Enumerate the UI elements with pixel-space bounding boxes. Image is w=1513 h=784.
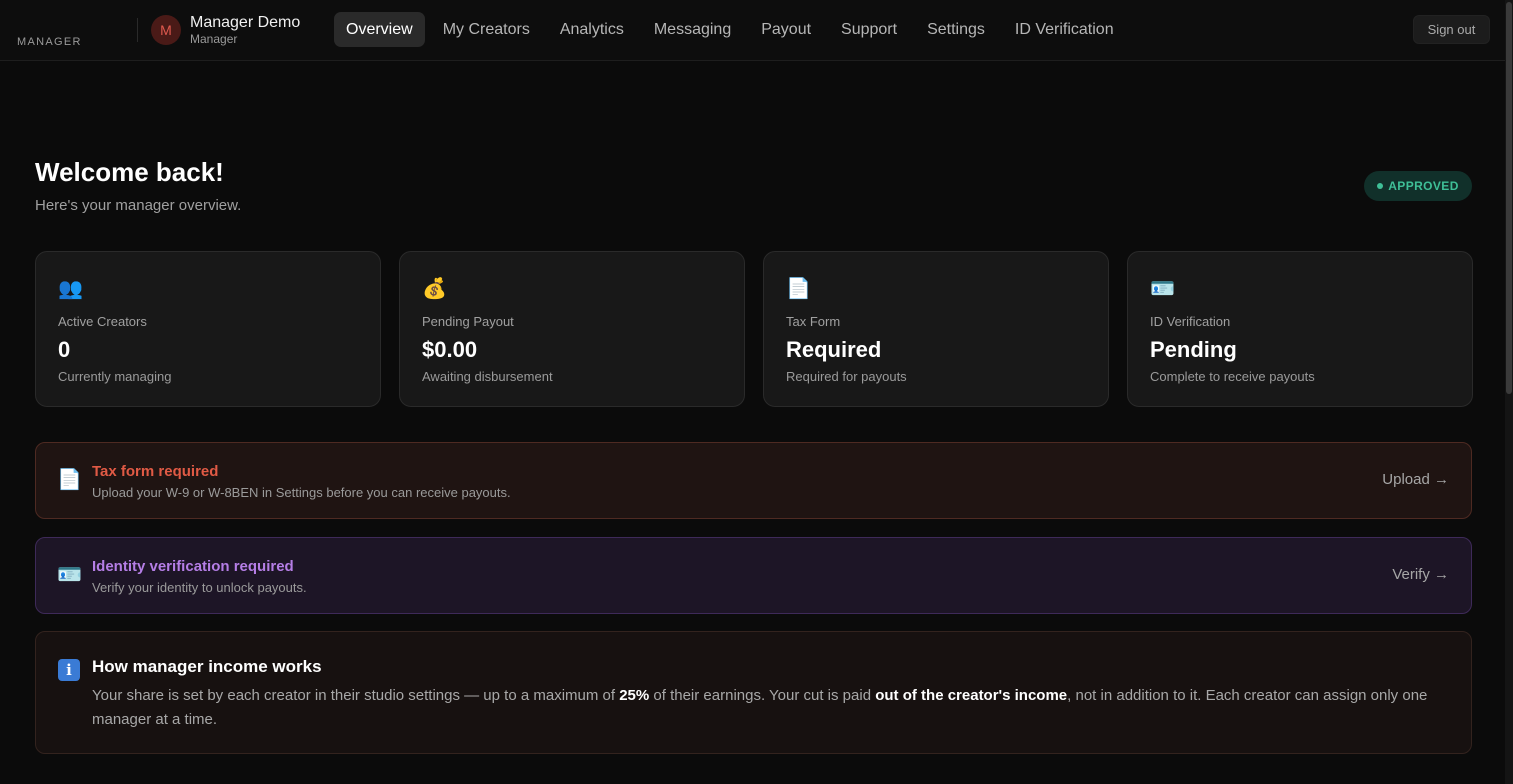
card-note: Awaiting disbursement (422, 369, 553, 384)
stat-card-active-creators: 👥 Active Creators 0 Currently managing (35, 251, 381, 407)
nav-payout[interactable]: Payout (749, 12, 823, 47)
card-label: Tax Form (786, 314, 841, 329)
nav-overview[interactable]: Overview (334, 12, 425, 47)
info-text: Your share is set by each creator in the… (92, 684, 1462, 732)
brand-label: MANAGER (17, 36, 82, 48)
alert-title: Identity verification required (92, 558, 294, 575)
verify-link[interactable]: Verify → (1392, 566, 1449, 583)
user-role: Manager (190, 32, 238, 46)
status-dot-icon (1377, 183, 1384, 189)
card-value: $0.00 (422, 337, 478, 362)
stat-card-tax-form: 📄 Tax Form Required Required for payouts (763, 251, 1109, 407)
card-value: Pending (1150, 337, 1237, 362)
nav-my-creators[interactable]: My Creators (431, 12, 542, 47)
alert-text: Upload your W-9 or W-8BEN in Settings be… (92, 485, 511, 500)
document-icon: 📄 (786, 278, 811, 300)
alert-text: Verify your identity to unlock payouts. (92, 580, 307, 595)
scrollbar-thumb[interactable] (1506, 2, 1512, 394)
divider (137, 18, 138, 42)
people-icon: 👥 (58, 278, 83, 300)
card-label: ID Verification (1150, 314, 1231, 329)
main-nav: Overview My Creators Analytics Messaging… (334, 12, 1132, 47)
card-value: 0 (58, 337, 71, 362)
id-card-icon: 🪪 (1150, 278, 1175, 300)
alert-title: Tax form required (92, 463, 219, 480)
user-name: Manager Demo (190, 14, 301, 31)
top-navigation-bar: MANAGER M Manager Demo Manager Overview … (0, 0, 1505, 61)
manager-income-info-panel: i How manager income works Your share is… (35, 631, 1472, 754)
income-source-emphasis: out of the creator's income (875, 687, 1068, 704)
document-icon: 📄 (57, 469, 82, 491)
nav-support[interactable]: Support (829, 12, 909, 47)
status-badge: APPROVED (1364, 171, 1472, 201)
money-bag-icon: 💰 (422, 278, 447, 300)
nav-settings[interactable]: Settings (915, 12, 997, 47)
card-value: Required (786, 337, 882, 362)
page-subtitle: Here's your manager overview. (35, 197, 242, 214)
upload-link[interactable]: Upload → (1382, 471, 1449, 488)
info-icon: i (58, 659, 80, 681)
status-badge-label: APPROVED (1388, 179, 1459, 193)
tax-form-alert: 📄 Tax form required Upload your W-9 or W… (35, 442, 1472, 519)
card-label: Pending Payout (422, 314, 514, 329)
info-title: How manager income works (92, 657, 322, 676)
page-title: Welcome back! (35, 157, 224, 187)
avatar[interactable]: M (151, 15, 181, 45)
id-card-icon: 🪪 (57, 564, 82, 586)
card-label: Active Creators (58, 314, 147, 329)
info-text-part: Your share is set by each creator in the… (92, 687, 620, 704)
nav-messaging[interactable]: Messaging (642, 12, 743, 47)
nav-id-verification[interactable]: ID Verification (1003, 12, 1126, 47)
identity-verification-alert: 🪪 Identity verification required Verify … (35, 537, 1472, 614)
card-note: Required for payouts (786, 369, 907, 384)
max-share-value: 25% (619, 687, 650, 704)
card-note: Currently managing (58, 369, 172, 384)
sign-out-button[interactable]: Sign out (1413, 15, 1490, 44)
stat-card-id-verification: 🪪 ID Verification Pending Complete to re… (1127, 251, 1473, 407)
stat-card-pending-payout: 💰 Pending Payout $0.00 Awaiting disburse… (399, 251, 745, 407)
nav-analytics[interactable]: Analytics (548, 12, 636, 47)
info-text-part: of their earnings. Your cut is paid (649, 687, 876, 704)
card-note: Complete to receive payouts (1150, 369, 1315, 384)
